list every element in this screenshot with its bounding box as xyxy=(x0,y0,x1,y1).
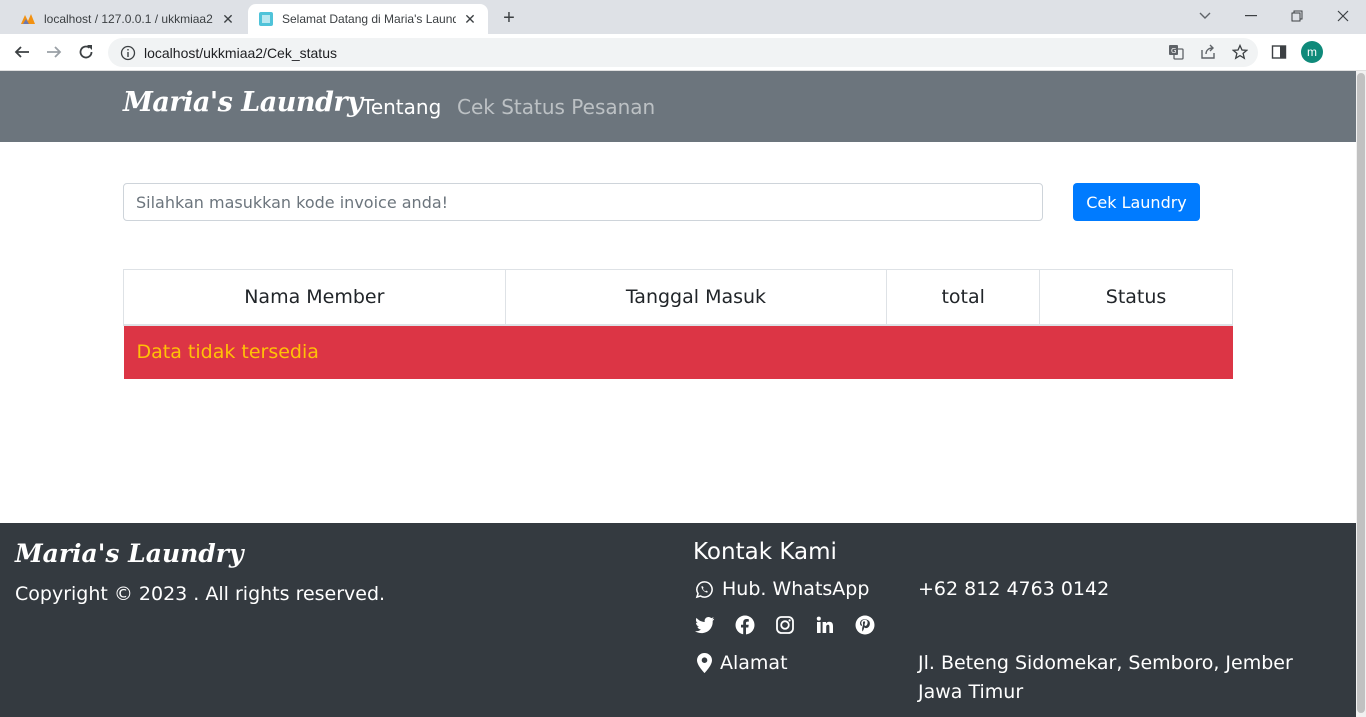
map-marker-icon xyxy=(697,653,712,673)
share-icon[interactable] xyxy=(1198,42,1218,62)
facebook-icon[interactable] xyxy=(735,615,755,635)
nav-link-cek-status[interactable]: Cek Status Pesanan xyxy=(457,95,655,119)
scrollbar-thumb[interactable] xyxy=(1357,73,1365,713)
invoice-code-input[interactable] xyxy=(123,183,1043,221)
cek-laundry-button[interactable]: Cek Laundry xyxy=(1073,183,1200,221)
close-window-icon[interactable] xyxy=(1331,6,1355,26)
instagram-icon[interactable] xyxy=(775,615,795,635)
address-line-1: Jl. Beteng Sidomekar, Semboro, Jember xyxy=(918,652,1293,674)
social-links xyxy=(695,615,895,635)
close-tab-icon[interactable]: ✕ xyxy=(220,11,236,27)
site-info-icon[interactable] xyxy=(120,45,136,61)
url-text: localhost/ukkmiaa2/Cek_status xyxy=(144,44,337,61)
bookmark-star-icon[interactable] xyxy=(1230,42,1250,62)
tab-title: Selamat Datang di Maria's Laundry xyxy=(282,12,456,26)
tab-search-icon[interactable] xyxy=(1193,6,1217,26)
whatsapp-icon xyxy=(695,580,713,598)
navbar-brand[interactable]: Maria's Laundry xyxy=(123,87,363,118)
phpmyadmin-icon xyxy=(21,14,35,24)
copyright-text: Copyright © 2023 . All rights reserved. xyxy=(15,583,386,605)
contact-title: Kontak Kami xyxy=(693,539,837,565)
forward-icon[interactable] xyxy=(42,40,66,64)
site-footer: Maria's Laundry Copyright © 2023 . All r… xyxy=(0,523,1356,717)
site-favicon-icon xyxy=(259,12,273,26)
browser-tab-bar: localhost / 127.0.0.1 / ukkmiaa2 / ✕ Sel… xyxy=(0,0,1366,34)
tab-phpmyadmin[interactable]: localhost / 127.0.0.1 / ukkmiaa2 / ✕ xyxy=(12,4,244,34)
page-viewport: Maria's Laundry Tentang Cek Status Pesan… xyxy=(0,71,1356,717)
tab-marias-laundry[interactable]: Selamat Datang di Maria's Laundry ✕ xyxy=(248,4,488,34)
whatsapp-row[interactable]: Hub. WhatsApp xyxy=(695,578,869,600)
close-tab-icon[interactable]: ✕ xyxy=(462,11,478,27)
profile-avatar[interactable]: m xyxy=(1301,41,1323,63)
new-tab-button[interactable]: + xyxy=(497,6,521,30)
side-panel-icon[interactable] xyxy=(1269,42,1289,62)
svg-text:G: G xyxy=(1171,47,1176,55)
empty-data-message: Data tidak tersedia xyxy=(123,324,1233,379)
reload-icon[interactable] xyxy=(74,40,98,64)
address-label: Alamat xyxy=(720,652,788,674)
restore-window-icon[interactable] xyxy=(1285,6,1309,26)
table-row: Data tidak tersedia xyxy=(123,324,1233,379)
status-table: Nama Member Tanggal Masuk total Status D… xyxy=(123,269,1233,379)
nav-link-tentang[interactable]: Tentang xyxy=(362,95,441,119)
whatsapp-label: Hub. WhatsApp xyxy=(722,578,870,600)
address-bar[interactable]: localhost/ukkmiaa2/Cek_status xyxy=(108,38,1258,67)
linkedin-icon[interactable] xyxy=(815,615,835,635)
minimize-window-icon[interactable] xyxy=(1239,6,1263,26)
address-row: Alamat xyxy=(697,652,788,674)
column-header-total: total xyxy=(886,269,1041,326)
table-header-row: Nama Member Tanggal Masuk total Status xyxy=(123,269,1233,326)
column-header-tanggal-masuk: Tanggal Masuk xyxy=(504,269,888,326)
page-scrollbar[interactable] xyxy=(1356,71,1366,717)
column-header-nama-member: Nama Member xyxy=(123,269,506,326)
column-header-status: Status xyxy=(1039,269,1233,326)
translate-icon[interactable]: G xyxy=(1166,42,1186,62)
footer-brand: Maria's Laundry xyxy=(15,539,244,568)
browser-toolbar: localhost/ukkmiaa2/Cek_status G m xyxy=(0,34,1366,71)
pinterest-icon[interactable] xyxy=(855,615,875,635)
tab-title: localhost / 127.0.0.1 / ukkmiaa2 / xyxy=(44,12,214,26)
whatsapp-number: +62 812 4763 0142 xyxy=(918,578,1110,600)
back-icon[interactable] xyxy=(10,40,34,64)
twitter-icon[interactable] xyxy=(695,615,715,635)
address-line-2: Jawa Timur xyxy=(918,681,1024,703)
site-navbar: Maria's Laundry Tentang Cek Status Pesan… xyxy=(0,71,1356,142)
